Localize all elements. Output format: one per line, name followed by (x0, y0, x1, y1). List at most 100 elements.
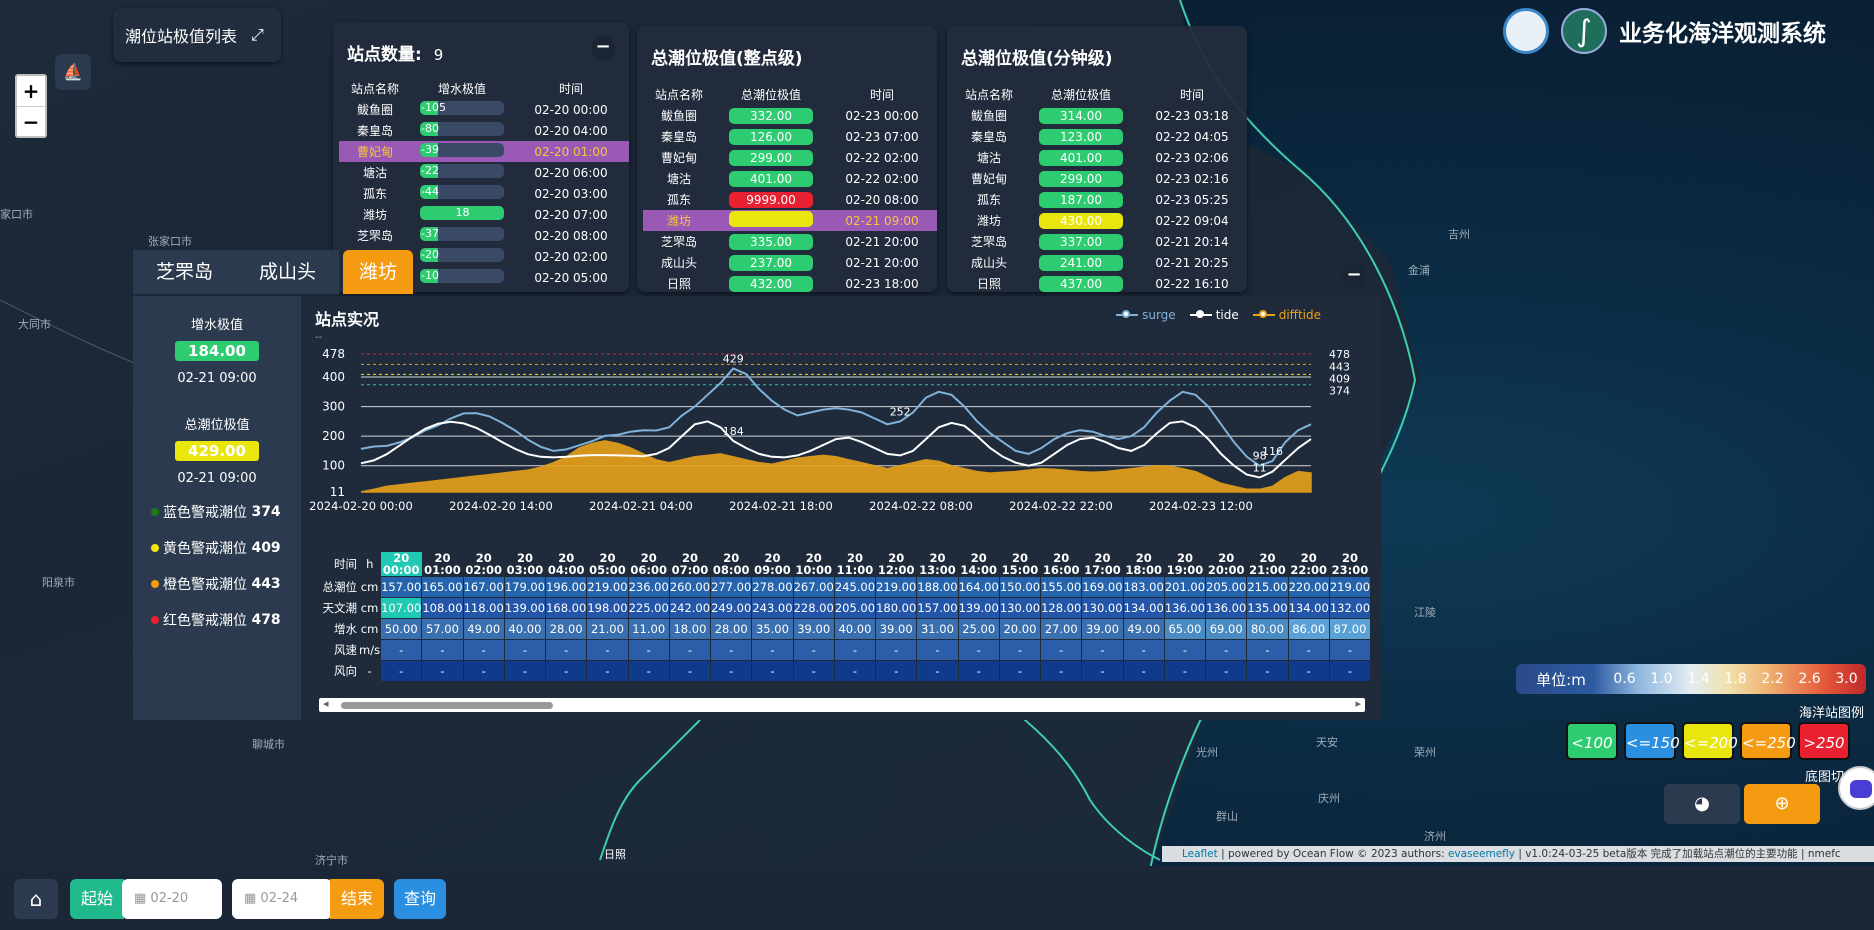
scroll-right-icon[interactable]: ▸ (1355, 697, 1361, 710)
table-row[interactable]: 成山头 241.00 02-21 20:25 (953, 252, 1247, 273)
leaflet-link[interactable]: Leaflet (1182, 848, 1218, 860)
station-name: 秦皇岛 (356, 124, 393, 138)
data-cell: - (751, 639, 794, 661)
data-cell: - (462, 639, 505, 661)
data-cell: 245.00 (833, 576, 877, 598)
start-date-input[interactable]: ▦ 02-20 (122, 879, 222, 919)
legend-tide[interactable]: tide (1189, 308, 1239, 322)
row-unit: cm (360, 622, 379, 636)
table-row[interactable]: 潍坊 430.00 02-22 09:04 (953, 210, 1247, 231)
data-cell: - (421, 660, 464, 682)
surge-bar-cell: -37 (411, 225, 513, 246)
scrollbar-thumb[interactable] (341, 702, 553, 709)
time: 02-22 16:10 (1155, 276, 1229, 291)
time: 02-20 02:00 (534, 249, 608, 264)
surge-bar: -20 (420, 248, 504, 262)
table-row[interactable]: 孤东 9999.00 02-20 08:00 (643, 189, 937, 210)
data-cell: - (1246, 660, 1289, 682)
data-cell: - (957, 660, 1000, 682)
scale-unit: 单位:m (1536, 670, 1586, 689)
tab-chengshantou[interactable]: 成山头 (236, 250, 339, 294)
data-cell: 39.00 (875, 618, 918, 640)
total-tide-value: 187.00 (1039, 191, 1123, 208)
query-button[interactable]: 查询 (394, 879, 446, 919)
data-cell: - (421, 639, 464, 661)
data-cell: - (545, 660, 588, 682)
assistant-robot-icon[interactable] (1838, 766, 1874, 810)
table-row[interactable]: 日照 432.00 02-23 18:00 (643, 273, 937, 294)
table-row[interactable]: 秦皇岛 -80 02-20 04:00 (339, 120, 629, 141)
table-row[interactable]: 芝罘岛 -37 02-20 08:00 (339, 225, 629, 246)
surge-bar: -80 (420, 122, 504, 136)
surge-value: 18 (420, 206, 504, 220)
table-row[interactable]: 日照 437.00 02-22 16:10 (953, 273, 1247, 294)
collapse-button[interactable]: − (591, 36, 615, 60)
row-label: 天文潮 (322, 601, 358, 615)
table-row[interactable]: 塘沽 401.00 02-23 02:06 (953, 147, 1247, 168)
table-row[interactable]: 潍坊 02-21 09:00 (643, 210, 937, 231)
table-row[interactable]: 鲅鱼圈 314.00 02-23 03:18 (953, 105, 1247, 126)
table-row[interactable]: 秦皇岛 126.00 02-23 07:00 (643, 126, 937, 147)
data-cell: - (627, 639, 670, 661)
table-row[interactable]: 塘沽 401.00 02-22 02:00 (643, 168, 937, 189)
col-header: 总潮位极值 (1050, 88, 1111, 102)
table-row[interactable]: 孤东 187.00 02-23 05:25 (953, 189, 1247, 210)
data-cell: 80.00 (1246, 618, 1289, 640)
legend-surge[interactable]: surge (1116, 308, 1176, 322)
data-label: 98 (1253, 450, 1267, 463)
data-cell: 136.00 (1205, 597, 1248, 619)
row-unit: cm (360, 601, 379, 615)
time-header: 20 05:00 (589, 551, 626, 577)
data-cell: - (1328, 639, 1372, 661)
surge-extreme-time: 02-21 09:00 (177, 371, 257, 386)
surge-bar: -105 (420, 101, 504, 115)
time: 02-22 02:00 (845, 171, 919, 186)
table-row[interactable]: 鲅鱼圈 -105 02-20 00:00 (339, 99, 629, 120)
y-tick-label: 478 (322, 347, 345, 361)
data-cell: 134.00 (1122, 597, 1165, 619)
scroll-left-icon[interactable]: ◂ (323, 697, 329, 710)
zoom-out-button[interactable]: − (17, 106, 45, 136)
table-row[interactable]: 芝罘岛 335.00 02-21 20:00 (643, 231, 937, 252)
zoom-in-button[interactable]: + (17, 76, 45, 106)
total-tide-hour-title: 总潮位极值(整点级) (651, 49, 803, 69)
legend-difftide[interactable]: difftide (1252, 308, 1321, 322)
col-header: 站点名称 (654, 88, 703, 102)
time-header: 20 01:00 (424, 551, 461, 577)
author-link[interactable]: evaseemefly (1448, 848, 1515, 860)
station-legend-title: 海洋站图例 (1798, 706, 1864, 721)
table-row[interactable]: 塘沽 -22 02-20 06:00 (339, 162, 629, 183)
base-map-switch: ◕ ⊕ (1664, 784, 1820, 824)
data-cell: - (998, 639, 1042, 661)
table-row[interactable]: 曹妃甸 299.00 02-23 02:16 (953, 168, 1247, 189)
tab-zhifudao[interactable]: 芝罘岛 (133, 250, 236, 294)
layer-toggle-icon[interactable]: ⛵ (55, 54, 91, 90)
data-label: 429 (723, 352, 744, 365)
table-row[interactable]: 秦皇岛 123.00 02-22 04:05 (953, 126, 1247, 147)
globe-satellite-icon[interactable]: ⊕ (1744, 784, 1820, 824)
time: 02-21 20:00 (845, 255, 919, 270)
data-cell: 132.00 (1328, 597, 1372, 619)
total-tide-value: 401.00 (1039, 149, 1123, 166)
data-cell: 242.00 (668, 597, 712, 619)
collapse-chart-button[interactable]: − (1342, 264, 1366, 288)
data-cell: 35.00 (751, 618, 794, 640)
total-tide-value: 401.00 (729, 170, 813, 187)
map-label: 江陵 (1414, 606, 1436, 619)
globe-dark-icon[interactable]: ◕ (1664, 784, 1740, 824)
table-row[interactable]: 曹妃甸 299.00 02-22 02:00 (643, 147, 937, 168)
end-date-input[interactable]: ▦ 02-24 (232, 879, 332, 919)
station-extreme-list-button[interactable]: 潮位站极值列表 ⤢ (113, 8, 281, 62)
table-row[interactable]: 曹妃甸 -39 02-20 01:00 (339, 141, 629, 162)
tab-weifang[interactable]: 潍坊 (343, 250, 413, 294)
table-row[interactable]: 芝罘岛 337.00 02-21 20:14 (953, 231, 1247, 252)
table-row[interactable]: 成山头 237.00 02-21 20:00 (643, 252, 937, 273)
table-row[interactable]: 鲅鱼圈 332.00 02-23 00:00 (643, 105, 937, 126)
table-row[interactable]: 孤东 -44 02-20 03:00 (339, 183, 629, 204)
time: 02-22 02:00 (845, 150, 919, 165)
time-header: 20 21:00 (1249, 551, 1286, 577)
total-tide-value: 241.00 (1039, 254, 1123, 271)
table-scrollbar[interactable]: ◂ ▸ (319, 697, 1365, 712)
home-button[interactable]: ⌂ (14, 879, 58, 919)
table-row[interactable]: 潍坊 18 02-20 07:00 (339, 204, 629, 225)
